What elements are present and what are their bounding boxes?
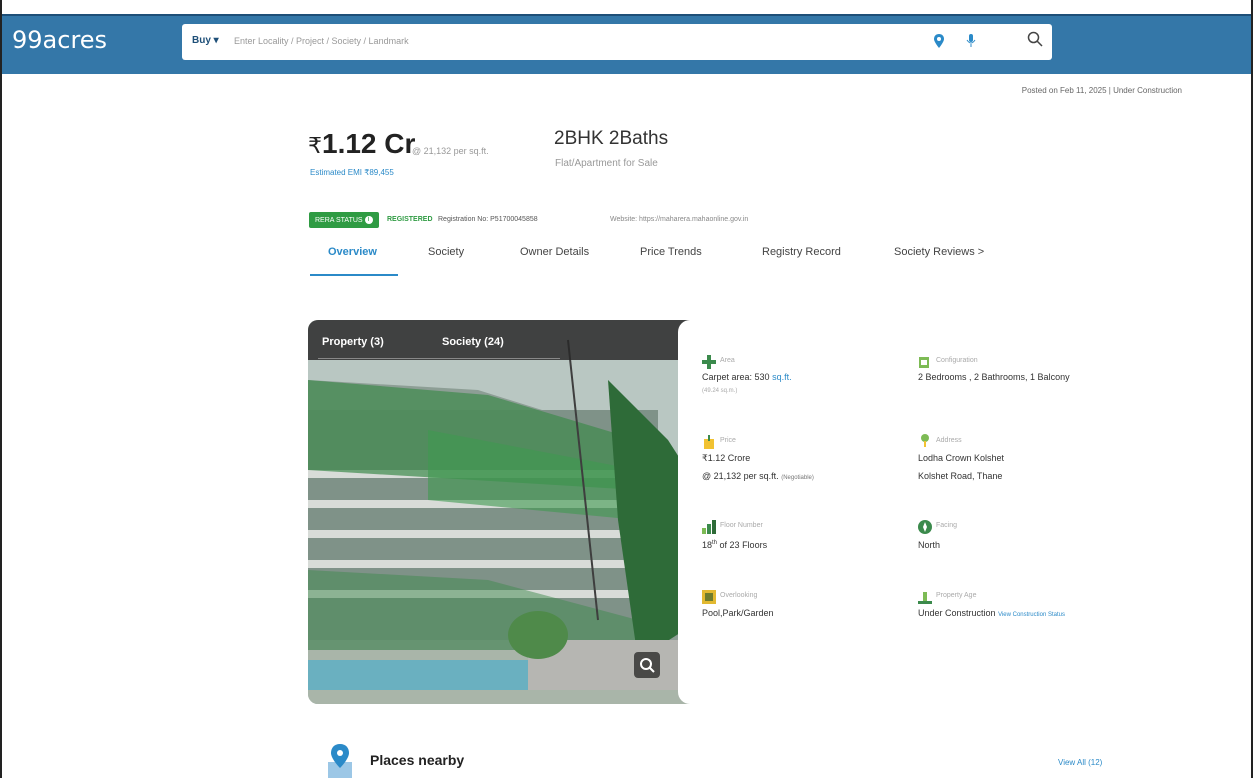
address-line2: Kolshet Road, Thane	[918, 471, 1003, 481]
photo-tabs: Property (3) Society (24)	[308, 320, 700, 360]
price-icon	[704, 435, 714, 449]
price-value: ₹1.12 Crore	[702, 453, 751, 463]
buy-dropdown[interactable]: Buy ▾	[192, 35, 219, 46]
property-age-value: Under Construction View Construction Sta…	[918, 608, 1065, 618]
page-frame: 99acres Buy ▾ Enter Locality / Project /…	[0, 0, 1253, 778]
info-icon[interactable]: i	[364, 216, 373, 224]
mic-icon[interactable]	[966, 34, 976, 48]
building-image	[308, 320, 700, 704]
overlooking-label: Overlooking	[720, 592, 758, 599]
map-pin-icon	[328, 744, 352, 778]
emi-link[interactable]: Estimated EMI ₹89,455	[310, 168, 394, 177]
tab-society-reviews[interactable]: Society Reviews >	[894, 246, 984, 258]
tab-society[interactable]: Society	[428, 246, 464, 258]
overlooking-value: Pool,Park/Garden	[702, 608, 774, 618]
property-age-icon	[918, 592, 932, 604]
tab-owner-details[interactable]: Owner Details	[520, 246, 589, 258]
tab-price-trends[interactable]: Price Trends	[640, 246, 702, 258]
property-photo[interactable]: Property (3) Society (24)	[308, 320, 700, 704]
unit-selector[interactable]: sq.ft.	[772, 372, 792, 382]
zoom-icon[interactable]	[634, 652, 660, 678]
area-label: Area	[720, 357, 735, 364]
compass-icon	[918, 520, 932, 534]
price-per-sqft: @ 21,132 per sq.ft.	[412, 146, 489, 156]
address-line1: Lodha Crown Kolshet	[918, 453, 1005, 463]
area-value: Carpet area: 530 sq.ft.	[702, 372, 792, 382]
tab-property-photos[interactable]: Property (3)	[322, 336, 384, 348]
divider	[318, 358, 560, 359]
property-type: Flat/Apartment for Sale	[555, 158, 658, 169]
construction-status-link[interactable]: View Construction Status	[998, 612, 1065, 618]
rera-registration-no: Registration No: P51700045858	[438, 216, 538, 223]
view-all-link[interactable]: View All (12)	[1058, 758, 1102, 767]
search-bar[interactable]: Buy ▾ Enter Locality / Project / Society…	[182, 24, 1052, 60]
facing-label: Facing	[936, 522, 958, 529]
tab-registry-record[interactable]: Registry Record	[762, 246, 841, 258]
price-label: Price	[720, 437, 736, 444]
rera-registered: REGISTERED	[387, 216, 433, 223]
address-label: Address	[936, 437, 962, 444]
price-per-sqft-detail: @ 21,132 per sq.ft. (Negotiable)	[702, 471, 814, 481]
top-navbar: 99acres Buy ▾ Enter Locality / Project /…	[2, 14, 1251, 74]
floor-label: Floor Number	[720, 522, 763, 529]
search-input[interactable]: Enter Locality / Project / Society / Lan…	[234, 36, 409, 46]
logo[interactable]: 99acres	[12, 26, 107, 54]
area-icon	[702, 355, 716, 369]
configuration-value: 2 Bedrooms , 2 Bathrooms, 1 Balcony	[918, 372, 1070, 382]
property-age-label: Property Age	[936, 592, 977, 599]
places-nearby-title: Places nearby	[370, 752, 465, 768]
configuration-icon	[919, 357, 929, 368]
location-icon[interactable]	[934, 34, 944, 48]
detail-tabs: Overview Society Owner Details Price Tre…	[310, 244, 990, 278]
price: ₹1.12 Cr	[308, 128, 416, 159]
floor-value: 18th of 23 Floors	[702, 540, 768, 550]
configuration-label: Configuration	[936, 357, 978, 364]
configuration-title: 2BHK 2Baths	[554, 128, 669, 149]
tab-society-photos[interactable]: Society (24)	[442, 336, 504, 348]
posted-date: Posted on Feb 11, 2025 | Under Construct…	[1021, 86, 1182, 95]
rera-website[interactable]: Website: https://maharera.mahaonline.gov…	[610, 216, 748, 223]
overlooking-icon	[702, 590, 716, 604]
rera-status-badge[interactable]: RERA STATUS i	[309, 212, 379, 228]
tab-overview[interactable]: Overview	[328, 246, 377, 258]
floor-icon	[702, 520, 716, 534]
address-icon	[921, 434, 929, 447]
sub-header: Posted on Feb 11, 2025 | Under Construct…	[302, 82, 1182, 98]
area-sub: (49.24 sq.m.)	[702, 388, 738, 394]
active-tab-indicator	[310, 274, 398, 276]
search-icon[interactable]	[1027, 31, 1043, 47]
facing-value: North	[918, 540, 941, 550]
